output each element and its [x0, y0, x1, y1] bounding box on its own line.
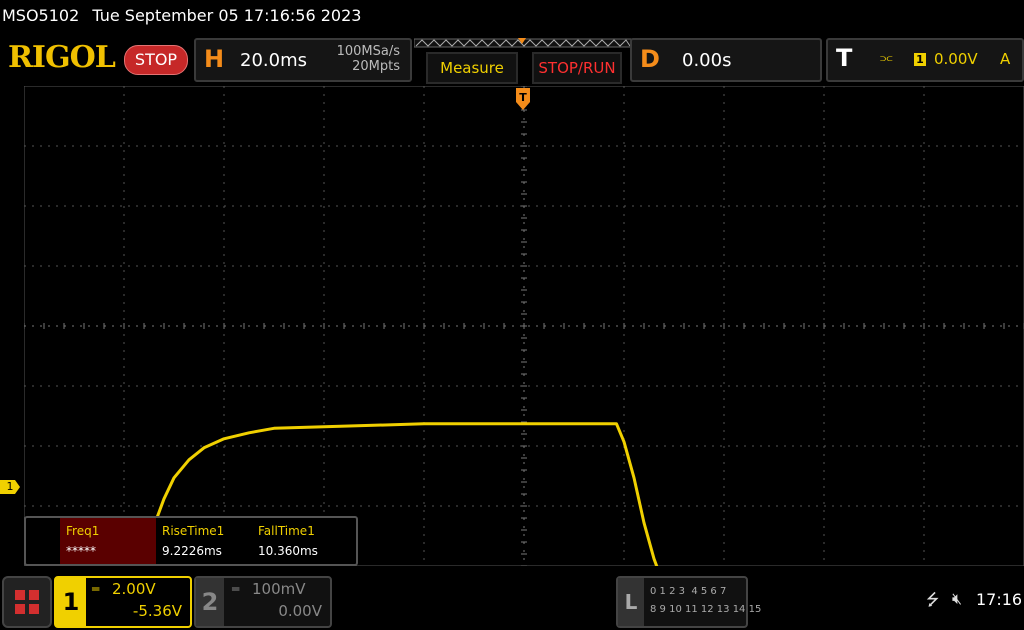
trigger-position-marker: T [516, 88, 530, 110]
measurement-value: 9.2226ms [162, 544, 222, 558]
trigger-position-bar [414, 38, 632, 48]
ch2-number: 2 [196, 578, 224, 626]
delay-value: 0.00s [682, 50, 732, 71]
waveform-graticule[interactable] [24, 86, 1024, 566]
measurement-value: 10.360ms [258, 544, 318, 558]
dc-coupling-icon: ═ [92, 582, 100, 596]
measurement-freq[interactable]: Freq1 ***** [60, 518, 156, 564]
measure-button[interactable]: Measure [426, 52, 518, 84]
grid-lines [24, 86, 1024, 566]
ch1-number: 1 [56, 578, 86, 626]
ch1-scale: 2.00V [112, 580, 156, 598]
ch1-ground-marker[interactable]: 1 [0, 480, 20, 494]
rising-edge-icon: ⫗ [880, 50, 893, 66]
measurement-panel: Freq1 ***** RiseTime1 9.2226ms FallTime1… [24, 516, 358, 566]
measurement-value: ***** [66, 544, 96, 558]
measurement-risetime[interactable]: RiseTime1 9.2226ms [156, 518, 252, 564]
waveform-plot [24, 86, 1024, 566]
memory-depth: 20Mpts [352, 59, 400, 74]
speaker-muted-icon[interactable]: 🔇︎ [952, 589, 962, 609]
trigger-level: 0.00V [934, 50, 978, 68]
dc-coupling-icon: ═ [232, 582, 240, 596]
stop-run-button[interactable]: STOP/RUN [532, 52, 622, 84]
ch1-offset: -5.36V [132, 602, 182, 620]
horizontal-panel[interactable]: H 20.0ms 100MSa/s 20Mpts [194, 38, 412, 82]
trigger-letter: T [836, 44, 853, 72]
delay-letter: D [640, 45, 660, 73]
ch2-scale: 100mV [252, 580, 306, 598]
sample-rate: 100MSa/s [336, 44, 400, 59]
datetime-label: Tue September 05 17:16:56 2023 [92, 6, 362, 25]
ch2-panel[interactable]: 2 ═ 100mV 0.00V [194, 576, 332, 628]
trigger-source-badge: 1 [914, 53, 926, 66]
measurement-label: RiseTime1 [162, 524, 225, 538]
menu-grid-icon [15, 590, 39, 614]
acquisition-info: 100MSa/s 20Mpts [337, 44, 400, 74]
logic-analyzer-panel[interactable]: L 0 1 2 3 4 5 6 7 8 9 10 11 12 13 14 15 [616, 576, 761, 628]
logic-channels-row2: 8 9 10 11 12 13 14 15 [650, 604, 762, 615]
trigger-mode: A [1000, 50, 1011, 68]
usb-icon: ⭍ [926, 590, 940, 609]
rigol-logo: RIGOL [8, 40, 116, 75]
measurement-label: Freq1 [66, 524, 100, 538]
svg-text:T: T [519, 91, 527, 104]
trigger-panel[interactable]: T ⫗ 1 0.00V A [826, 38, 1024, 82]
ch2-offset: 0.00V [278, 602, 322, 620]
title-bar: MSO5102 Tue September 05 17:16:56 2023 [0, 0, 1024, 34]
delay-panel[interactable]: D 0.00s [630, 38, 822, 82]
logic-letter: L [618, 578, 644, 626]
run-state-badge[interactable]: STOP [124, 45, 188, 75]
ch1-panel[interactable]: 1 ═ 2.00V -5.36V [54, 576, 192, 628]
measurement-label: FallTime1 [258, 524, 315, 538]
model-label: MSO5102 [2, 6, 80, 25]
horizontal-letter: H [204, 45, 225, 73]
logic-channels-row1: 0 1 2 3 4 5 6 7 [650, 586, 727, 597]
main-menu-button[interactable] [2, 576, 52, 628]
measurement-falltime[interactable]: FallTime1 10.360ms [252, 518, 352, 564]
clock-time: 17:16 [976, 590, 1023, 609]
timebase-value: 20.0ms [240, 50, 307, 71]
